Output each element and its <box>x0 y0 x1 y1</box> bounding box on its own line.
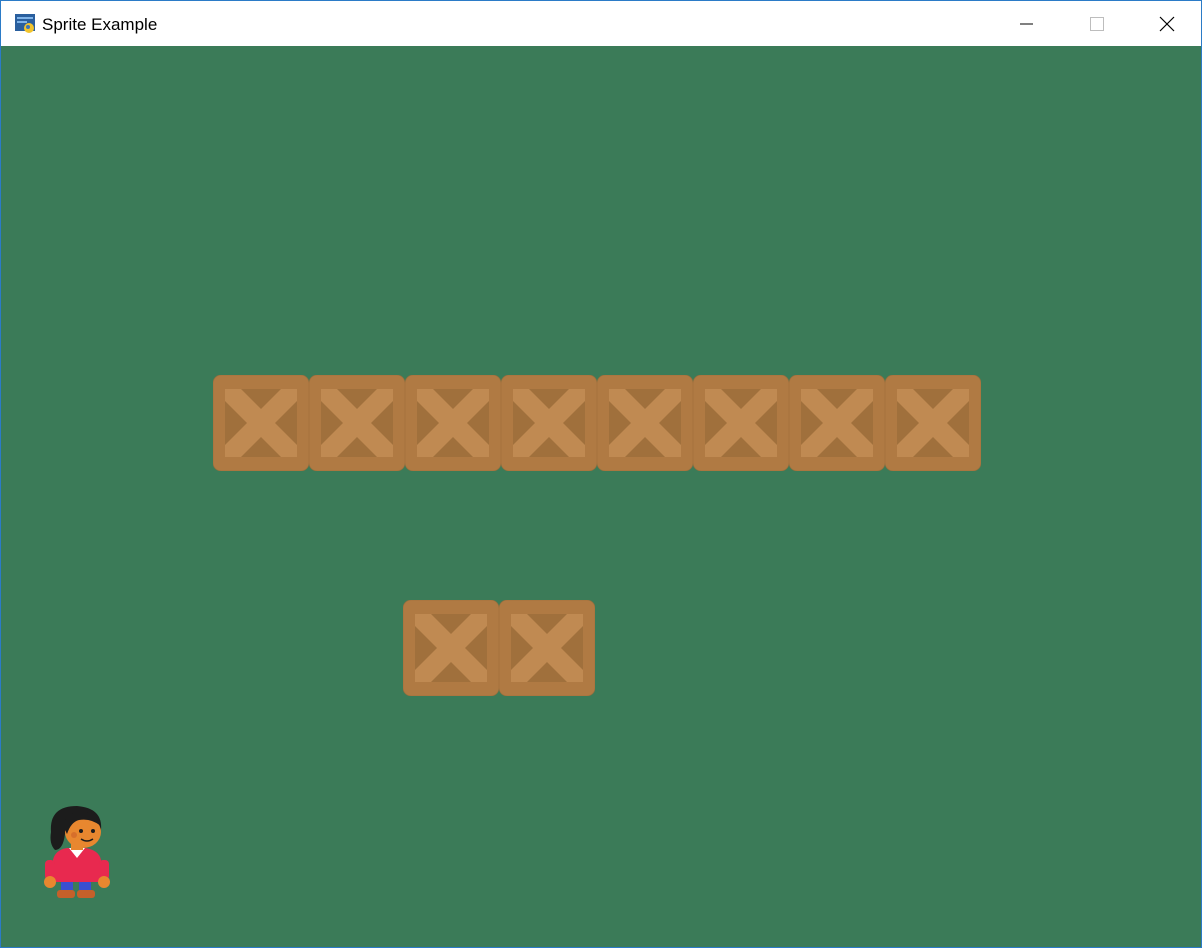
maximize-icon <box>1090 17 1104 31</box>
close-icon <box>1159 16 1175 32</box>
game-canvas[interactable] <box>1 46 1201 947</box>
minimize-icon <box>1020 23 1033 25</box>
window-title: Sprite Example <box>42 15 158 34</box>
crate-top-3 <box>405 375 501 471</box>
close-button[interactable] <box>1131 1 1201 46</box>
crate-top-5 <box>597 375 693 471</box>
minimize-button[interactable] <box>991 1 1061 46</box>
maximize-button[interactable] <box>1061 1 1131 46</box>
crate-top-8 <box>885 375 981 471</box>
crate-top-4 <box>501 375 597 471</box>
crate-top-7 <box>789 375 885 471</box>
crate-bottom-1 <box>403 600 499 696</box>
crate-top-6 <box>693 375 789 471</box>
python-app-icon <box>15 14 35 34</box>
crate-top-1 <box>213 375 309 471</box>
player-character-sprite <box>44 806 110 898</box>
crate-bottom-2 <box>499 600 595 696</box>
title-bar[interactable]: Sprite Example <box>1 1 1201 46</box>
app-window: Sprite Example <box>0 0 1202 948</box>
crate-top-2 <box>309 375 405 471</box>
